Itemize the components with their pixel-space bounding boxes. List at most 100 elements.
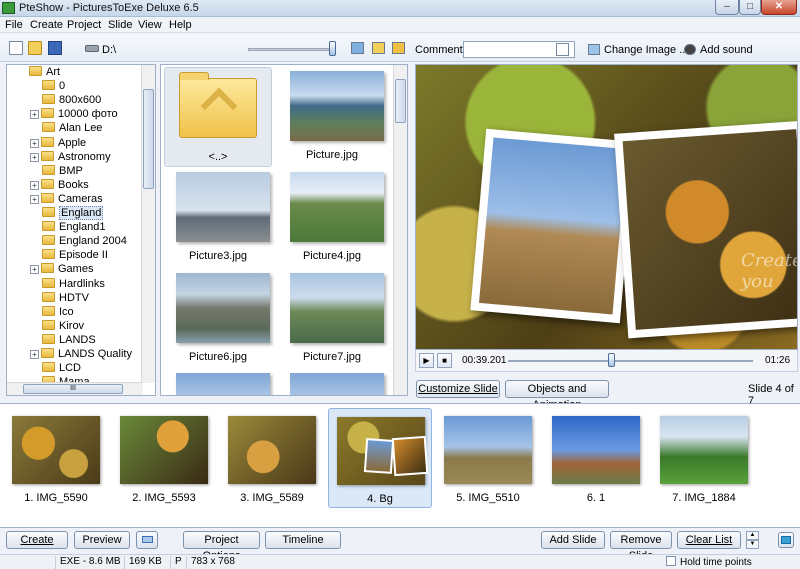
create-button[interactable]: Create bbox=[6, 531, 68, 549]
slide-thumbnail bbox=[660, 416, 748, 484]
folder-tree[interactable]: Art 0 800x600 +10000 фото Alan Lee + Apple + Ast… bbox=[6, 64, 156, 396]
tree-hscrollbar[interactable]: III bbox=[7, 382, 143, 395]
menu-help[interactable]: Help bbox=[169, 19, 192, 31]
fullscreen-button[interactable] bbox=[778, 532, 794, 548]
menu-file[interactable]: File bbox=[5, 19, 23, 31]
tree-item[interactable]: + Astronomy bbox=[30, 150, 111, 165]
customize-slide-button[interactable]: Customize Slide bbox=[416, 380, 500, 398]
tree-vscrollbar[interactable] bbox=[141, 65, 155, 383]
thumbnail-size-slider[interactable] bbox=[248, 48, 334, 51]
slide-item[interactable]: 1. IMG_5590 bbox=[4, 408, 108, 508]
close-button[interactable]: ✕ bbox=[761, 0, 797, 15]
file-item[interactable]: Picture.jpg bbox=[278, 67, 386, 167]
tree-item[interactable]: Episode II bbox=[42, 249, 108, 263]
file-item[interactable]: Picture7.jpg bbox=[278, 269, 386, 369]
tree-item[interactable]: + Cameras bbox=[30, 192, 103, 207]
comment-edit-icon[interactable] bbox=[556, 43, 569, 56]
minimize-button[interactable]: – bbox=[715, 0, 739, 15]
tree-item[interactable]: 800x600 bbox=[42, 94, 101, 108]
status-dimensions: 783 x 768 bbox=[186, 556, 235, 569]
expand-icon[interactable]: + bbox=[30, 138, 39, 148]
change-image-button[interactable]: Change Image ... bbox=[588, 44, 688, 56]
tree-item[interactable]: Ico bbox=[42, 305, 74, 320]
files-vscrollbar[interactable] bbox=[393, 65, 407, 395]
expand-icon[interactable]: + bbox=[30, 180, 39, 190]
menu-project[interactable]: Project bbox=[67, 19, 101, 31]
slide-list[interactable]: 1. IMG_5590 2. IMG_5593 3. IMG_5589 4. Bg 5.… bbox=[0, 403, 800, 528]
tree-item[interactable]: HDTV bbox=[42, 291, 89, 306]
expand-icon[interactable]: + bbox=[30, 350, 39, 359]
preview-watermark: Create you bbox=[741, 250, 798, 292]
tree-item[interactable]: LANDS bbox=[42, 333, 96, 348]
expand-icon[interactable]: + bbox=[30, 194, 39, 204]
spin-up-icon[interactable]: ▲ bbox=[746, 531, 759, 540]
hold-time-toggle[interactable]: Hold time points bbox=[662, 556, 752, 569]
project-options-button[interactable]: Project Options bbox=[183, 531, 260, 562]
playback-track[interactable] bbox=[508, 360, 753, 362]
slide-label: 1. IMG_5590 bbox=[24, 492, 88, 504]
file-browser[interactable]: <..> Picture.jpg Picture3.jpg Picture4.jpg P… bbox=[160, 64, 408, 396]
preview-button[interactable]: Preview bbox=[74, 531, 130, 549]
stop-button[interactable]: ■ bbox=[437, 353, 452, 368]
maximize-button[interactable]: □ bbox=[739, 0, 761, 15]
slide-item[interactable]: 4. Bg bbox=[328, 408, 432, 508]
tree-item[interactable]: + LANDS Quality bbox=[30, 348, 132, 362]
status-exe-size: EXE - 8.6 MB bbox=[55, 556, 121, 569]
add-sound-button[interactable]: Add sound bbox=[684, 44, 753, 56]
tree-item[interactable]: England 2004 bbox=[42, 235, 127, 249]
tree-item[interactable]: + Apple bbox=[30, 136, 86, 151]
tree-hscroll-thumb[interactable]: III bbox=[23, 384, 123, 394]
folder-up-icon[interactable] bbox=[392, 42, 405, 54]
expand-icon[interactable]: + bbox=[30, 152, 39, 162]
new-project-icon[interactable] bbox=[9, 41, 23, 55]
play-button[interactable]: ▶ bbox=[419, 353, 434, 368]
tree-vscroll-thumb[interactable] bbox=[143, 89, 154, 189]
tree-item[interactable]: 0 bbox=[42, 80, 65, 94]
tree-item[interactable]: + Games bbox=[30, 263, 93, 277]
tree-item[interactable]: + Books bbox=[30, 178, 89, 193]
tree-item[interactable]: Alan Lee bbox=[42, 122, 102, 136]
files-vscroll-thumb[interactable] bbox=[395, 79, 406, 123]
folder-icon[interactable] bbox=[372, 42, 385, 54]
menu-slide[interactable]: Slide bbox=[108, 19, 132, 31]
screen-mode-button[interactable] bbox=[136, 531, 158, 549]
tree-item[interactable]: +10000 фото bbox=[30, 108, 118, 122]
spin-down-icon[interactable]: ▼ bbox=[746, 540, 759, 549]
file-item[interactable]: Picture6.jpg bbox=[164, 269, 272, 369]
slide-item[interactable]: 6. 1 bbox=[544, 408, 648, 508]
parent-folder-item[interactable]: <..> bbox=[164, 67, 272, 167]
playback-thumb[interactable] bbox=[607, 353, 615, 367]
slide-thumbnail bbox=[120, 416, 208, 484]
save-project-icon[interactable] bbox=[48, 41, 62, 55]
slide-item[interactable]: 7. IMG_1884 bbox=[652, 408, 756, 508]
drive-label: D:\ bbox=[102, 44, 117, 56]
slide-order-spinner[interactable]: ▲ ▼ bbox=[746, 531, 759, 550]
thumbnail-size-thumb[interactable] bbox=[329, 41, 336, 56]
expand-icon[interactable]: + bbox=[30, 110, 39, 120]
open-project-icon[interactable] bbox=[28, 41, 42, 55]
slide-label: 7. IMG_1884 bbox=[672, 492, 736, 504]
tree-item[interactable]: Art bbox=[29, 66, 60, 80]
objects-animation-button[interactable]: Objects and Animation bbox=[505, 380, 609, 411]
expand-icon[interactable]: + bbox=[30, 265, 39, 275]
slide-item[interactable]: 2. IMG_5593 bbox=[112, 408, 216, 508]
hold-time-checkbox[interactable] bbox=[666, 556, 676, 566]
file-item[interactable]: Picture4.jpg bbox=[278, 168, 386, 268]
tree-item[interactable]: England1 bbox=[42, 221, 106, 235]
tree-item[interactable]: England bbox=[42, 206, 104, 221]
clear-list-button[interactable]: Clear List bbox=[677, 531, 741, 549]
tree-item[interactable]: LCD bbox=[42, 362, 81, 376]
tree-item[interactable]: Hardlinks bbox=[42, 277, 105, 292]
menu-create[interactable]: Create bbox=[30, 19, 63, 31]
file-item[interactable]: Picture3.jpg bbox=[164, 168, 272, 268]
timeline-button[interactable]: Timeline bbox=[265, 531, 341, 549]
tree-item[interactable]: Kirov bbox=[42, 319, 84, 334]
slide-item[interactable]: 5. IMG_5510 bbox=[436, 408, 540, 508]
slide-item[interactable]: 3. IMG_5589 bbox=[220, 408, 324, 508]
tree-item[interactable]: BMP bbox=[42, 164, 83, 179]
add-slide-button[interactable]: Add Slide bbox=[541, 531, 605, 549]
view-mode-icon[interactable] bbox=[351, 42, 364, 54]
tree-item-label: Books bbox=[58, 178, 89, 191]
menu-view[interactable]: View bbox=[138, 19, 162, 31]
remove-slide-button[interactable]: Remove Slide bbox=[610, 531, 672, 562]
